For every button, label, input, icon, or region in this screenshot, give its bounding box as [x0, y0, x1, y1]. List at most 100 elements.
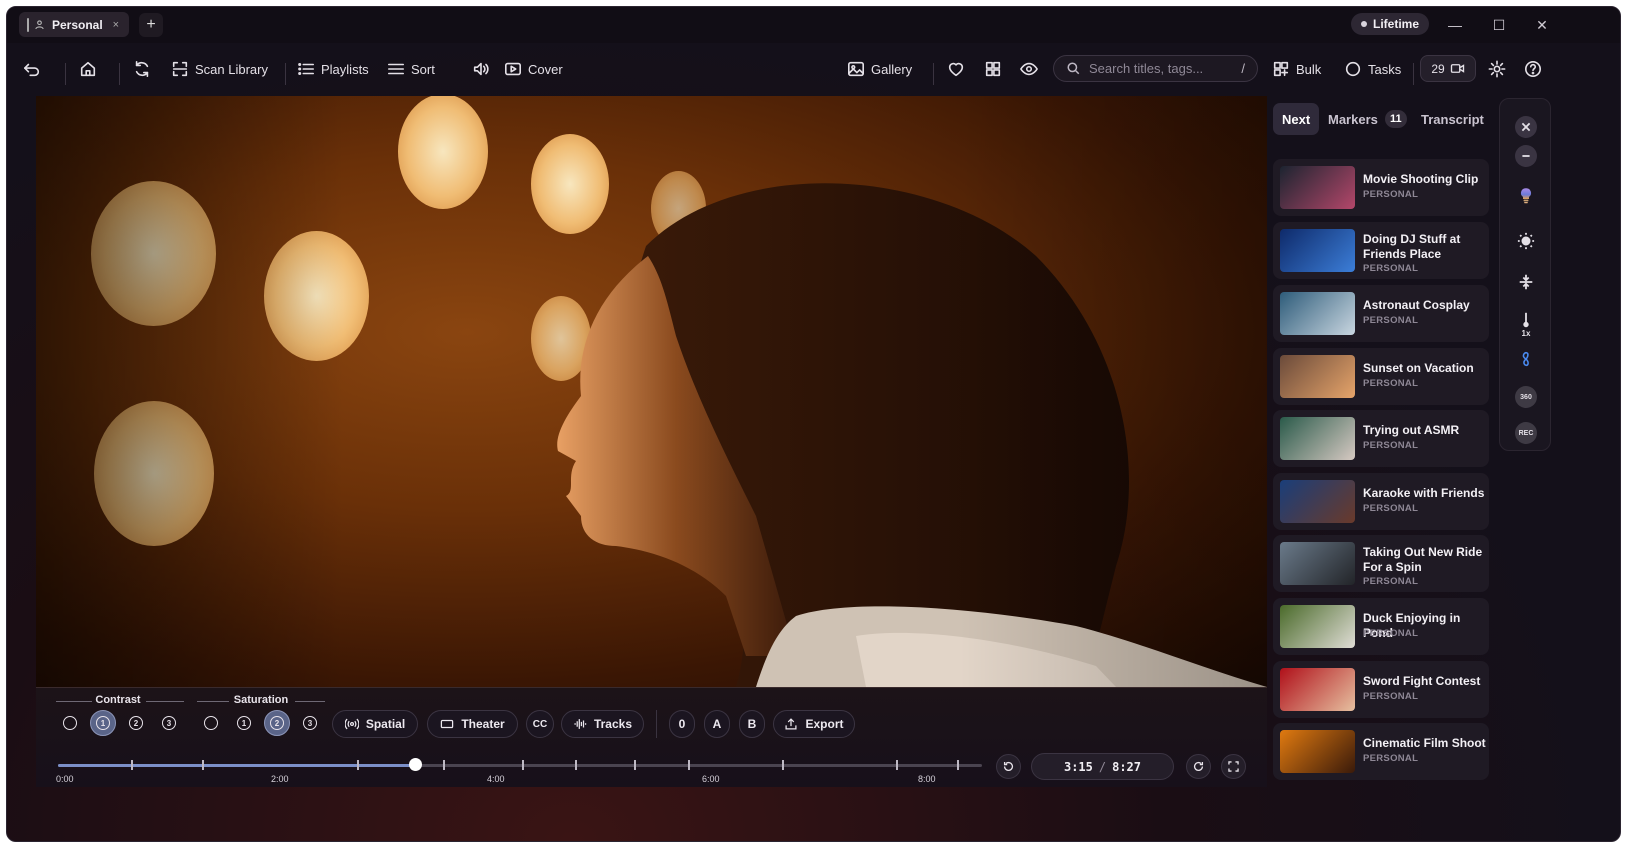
up-next-card[interactable]: Karaoke with Friends PERSONAL	[1273, 473, 1489, 530]
tab-next[interactable]: Next	[1273, 103, 1320, 135]
sort-label: Sort	[411, 61, 435, 77]
up-next-card[interactable]: Sunset on Vacation PERSONAL	[1273, 348, 1489, 405]
bulk-button[interactable]: Bulk	[1272, 57, 1321, 81]
grid-icon	[985, 61, 1001, 77]
contrast-option-3[interactable]: 3	[156, 710, 182, 736]
up-next-library: PERSONAL	[1363, 378, 1419, 389]
playlists-button[interactable]: Playlists	[297, 57, 369, 81]
volume-button[interactable]	[472, 57, 490, 81]
up-next-title: Trying out ASMR	[1363, 423, 1460, 437]
tasks-button[interactable]: Tasks	[1344, 57, 1401, 81]
forward-button[interactable]	[1186, 754, 1211, 779]
help-button[interactable]	[1524, 57, 1542, 81]
close-icon	[1521, 122, 1531, 132]
loop-mode-button[interactable]	[1515, 345, 1537, 373]
fullscreen-button[interactable]	[1221, 754, 1246, 779]
timeline-label: 6:00	[702, 774, 720, 784]
chapter-tick	[522, 760, 524, 770]
recordings-count-button[interactable]: 29	[1420, 55, 1476, 82]
visibility-button[interactable]	[1020, 57, 1038, 81]
brightness-button[interactable]	[1515, 230, 1537, 252]
up-next-card[interactable]: Movie Shooting Clip PERSONAL	[1273, 159, 1489, 216]
saturation-option-1[interactable]: 1	[231, 710, 257, 736]
up-next-title: Sword Fight Contest	[1363, 674, 1481, 688]
contrast-option-1[interactable]: 1	[90, 710, 116, 736]
up-next-library: PERSONAL	[1363, 628, 1419, 639]
up-next-card[interactable]: Astronaut Cosplay PERSONAL	[1273, 285, 1489, 342]
theater-button[interactable]: Theater	[427, 710, 518, 738]
up-next-library: PERSONAL	[1363, 263, 1419, 274]
refresh-button[interactable]	[133, 57, 151, 81]
settings-button[interactable]	[1488, 57, 1506, 81]
sort-button[interactable]: Sort	[387, 57, 435, 81]
rail-close-button[interactable]	[1515, 116, 1537, 138]
minimize-button[interactable]: —	[1445, 15, 1465, 35]
loop-a-button[interactable]: A	[704, 710, 730, 738]
tab-close-icon[interactable]: ×	[113, 19, 119, 31]
grid-view-button[interactable]	[984, 57, 1002, 81]
refresh-icon	[135, 60, 149, 78]
tab-markers-label: Markers	[1328, 111, 1378, 127]
person-icon	[35, 20, 44, 29]
saturation-option-off[interactable]	[198, 710, 224, 736]
maximize-button[interactable]: ☐	[1489, 15, 1509, 35]
contrast-label: Contrast	[95, 694, 141, 706]
rewind-button[interactable]	[996, 754, 1021, 779]
saturation-option-3[interactable]: 3	[297, 710, 323, 736]
rewind-icon	[1003, 761, 1013, 772]
captions-button[interactable]: CC	[526, 710, 554, 738]
seek-bar[interactable]	[58, 764, 982, 767]
undo-icon	[23, 63, 40, 77]
favorite-button[interactable]	[947, 57, 965, 81]
contrast-option-2[interactable]: 2	[123, 710, 149, 736]
up-next-card[interactable]: Sword Fight Contest PERSONAL	[1273, 661, 1489, 718]
new-tab-button[interactable]: +	[139, 13, 163, 37]
up-next-card[interactable]: Duck Enjoying in Pond PERSONAL	[1273, 598, 1489, 655]
chapter-tick	[688, 760, 690, 770]
loop-b-button[interactable]: B	[739, 710, 765, 738]
tab-personal[interactable]: Personal ×	[19, 12, 129, 37]
speed-needle-icon	[1523, 312, 1529, 327]
tab-transcript[interactable]: Transcript	[1421, 103, 1484, 135]
gallery-button[interactable]: Gallery	[847, 57, 912, 81]
sidebar-tabs: Next Markers 11 Transcript	[1273, 103, 1491, 135]
contrast-option-off[interactable]	[57, 710, 83, 736]
up-next-card[interactable]: Cinematic Film Shoot PERSONAL	[1273, 723, 1489, 780]
cover-button[interactable]: Cover	[504, 57, 563, 81]
close-button[interactable]: ✕	[1532, 15, 1552, 35]
playback-speed-button[interactable]: 1x	[1515, 309, 1537, 339]
rail-collapse-button[interactable]	[1515, 145, 1537, 167]
theater-label: Theater	[461, 717, 505, 731]
lightbulb-button[interactable]	[1514, 181, 1538, 211]
search-input[interactable]: Search titles, tags... /	[1053, 55, 1258, 82]
up-next-library: PERSONAL	[1363, 576, 1419, 587]
export-button[interactable]: Export	[773, 710, 855, 738]
up-next-title: Cinematic Film Shoot	[1363, 736, 1486, 750]
video-player[interactable]	[36, 96, 1267, 687]
image-icon	[847, 61, 865, 77]
tab-markers[interactable]: Markers 11	[1328, 103, 1407, 135]
up-next-card[interactable]: Doing DJ Stuff at Friends Place PERSONAL	[1273, 222, 1489, 279]
theater-icon	[441, 719, 454, 729]
plan-badge[interactable]: Lifetime	[1351, 13, 1429, 35]
compress-button[interactable]	[1515, 271, 1537, 293]
up-next-title: Movie Shooting Clip	[1363, 172, 1479, 186]
up-next-card[interactable]: Trying out ASMR PERSONAL	[1273, 410, 1489, 467]
seek-handle[interactable]	[408, 758, 422, 771]
back-button[interactable]	[23, 57, 41, 81]
search-shortcut-hint: /	[1241, 61, 1245, 76]
saturation-option-2[interactable]: 2	[264, 710, 290, 736]
up-next-card[interactable]: Taking Out New Ride For a Spin PERSONAL	[1273, 535, 1489, 592]
loop-reset-button[interactable]: 0	[669, 710, 695, 738]
spatial-label: Spatial	[365, 717, 406, 731]
video-camera-icon	[1450, 64, 1464, 73]
spatial-button[interactable]: Spatial	[332, 710, 418, 738]
saturation-option-2-label: 2	[270, 716, 284, 730]
tasks-label: Tasks	[1368, 61, 1402, 77]
tracks-button[interactable]: Tracks	[561, 710, 644, 738]
home-button[interactable]	[79, 57, 97, 81]
gear-icon	[1488, 60, 1506, 78]
scan-library-button[interactable]: Scan Library	[171, 57, 268, 81]
record-button[interactable]: REC	[1515, 422, 1537, 444]
view-360-button[interactable]: 360	[1515, 386, 1537, 408]
